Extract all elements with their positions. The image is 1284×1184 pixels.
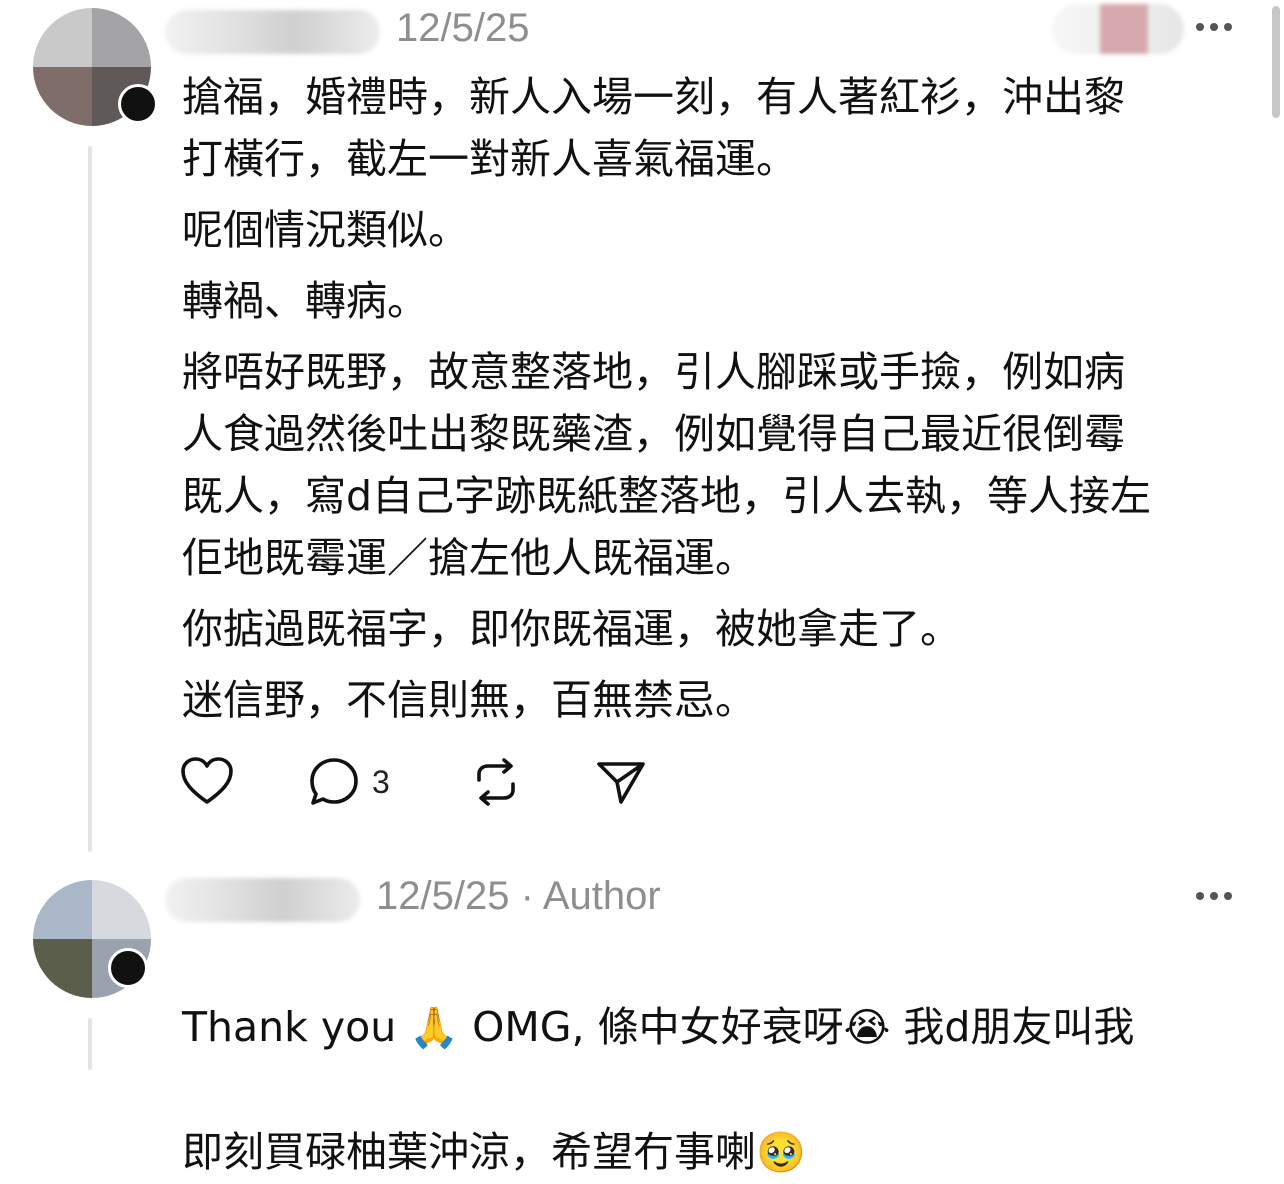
comment-meta: 12/5/25 · Author: [376, 874, 661, 919]
comment-line: Thank you 🙏 OMG, 條中女好衰呀😭 我d朋友叫我: [182, 934, 1262, 1059]
comment-paragraph: 將唔好既野，故意整落地，引人腳踩或手撿，例如病 人食過然後吐出黎既藥渣，例如覺得…: [182, 348, 1152, 582]
thread-line: [88, 1018, 92, 1070]
scrollbar[interactable]: [1272, 6, 1280, 118]
reply-count: 3: [372, 763, 390, 800]
heart-icon: [181, 757, 233, 804]
crying-face-emoji: 😭: [843, 1005, 891, 1051]
comment-icon: [310, 758, 358, 805]
comment-body: Thank you 🙏 OMG, 條中女好衰呀😭 我d朋友叫我 即刻買碌柚葉沖涼…: [182, 934, 1262, 1184]
meta-separator: ·: [520, 874, 534, 918]
author-tag: Author: [542, 874, 661, 918]
comment-text: OMG, 條中女好衰呀: [459, 1003, 844, 1051]
comment-body: 搶福，婚禮時，新人入場一刻，有人著紅衫，沖出黎 打橫行，截左一對新人喜氣福運。 …: [182, 66, 1262, 740]
reply-button[interactable]: 3: [308, 756, 390, 808]
repost-icon: [477, 758, 515, 806]
username-redacted[interactable]: [165, 10, 380, 54]
comment-text: 即刻買碌柚葉沖涼，希望冇事喇: [182, 1128, 756, 1176]
timestamp: 12/5/25: [396, 6, 530, 50]
timestamp: 12/5/25: [376, 874, 510, 918]
comment-paragraph: 迷信野，不信則無，百無禁忌。: [182, 676, 756, 724]
avatar-badge: [108, 948, 148, 988]
more-options-icon[interactable]: [1196, 23, 1232, 31]
comment-paragraph: 轉禍、轉病。: [182, 277, 428, 325]
comment-paragraph: 呢個情況類似。: [182, 206, 469, 254]
thread-line: [88, 146, 92, 852]
redacted-badge: [1052, 4, 1184, 54]
comment-line: 即刻買碌柚葉沖涼，希望冇事喇🥹: [182, 1059, 1262, 1184]
send-icon: [597, 762, 645, 804]
like-button[interactable]: [180, 756, 234, 806]
folded-hands-emoji: 🙏: [409, 1005, 460, 1051]
more-options-icon[interactable]: [1196, 892, 1232, 900]
username-redacted[interactable]: [165, 878, 360, 922]
comment-text: 我d朋友叫我: [890, 1003, 1135, 1051]
comment-paragraph: 搶福，婚禮時，新人入場一刻，有人著紅衫，沖出黎 打橫行，截左一對新人喜氣福運。: [182, 73, 1125, 183]
holding-back-tears-emoji: 🥹: [756, 1130, 806, 1176]
share-button[interactable]: [595, 756, 647, 808]
avatar-badge: [118, 84, 158, 124]
comment-text: Thank you: [182, 1003, 410, 1051]
repost-button[interactable]: [470, 756, 522, 808]
comment-paragraph: 你掂過既福字，即你既福運，被她拿走了。: [182, 605, 961, 653]
